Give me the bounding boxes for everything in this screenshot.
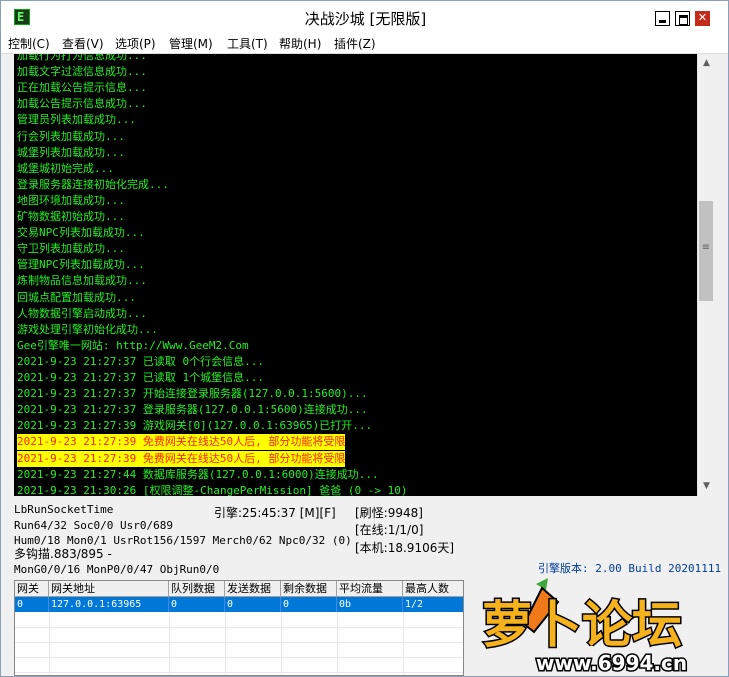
table-cell: 127.0.0.1:63965 [49,597,169,612]
grid-line [15,627,463,628]
maximize-button[interactable] [675,11,690,26]
title-bar[interactable]: E 决战沙城 [无限版] [1,1,728,32]
status-local: [本机:18.9106天] [355,541,455,555]
log-line: 2021-9-23 21:27:37 已读取 0个行会信息... [17,354,264,368]
column-header[interactable]: 网关地址 [49,581,169,597]
log-line: 地图环境加载成功... [17,193,125,207]
status-engine-time: 引擎:25:45:37 [M][F] [214,506,336,520]
column-header[interactable]: 最高人数 [403,581,463,597]
grid-line [49,612,50,675]
log-line: 加载行为打为信息成功... [17,54,147,62]
menu-tools[interactable]: 工具(T) [227,35,268,52]
log-line: 2021-9-23 21:27:37 开始连接登录服务器(127.0.0.1:5… [17,387,368,401]
table-cell: 0 [225,597,281,612]
grid-line [15,642,463,643]
log-line: 城堡列表加载成功... [17,145,125,159]
log-line: 2021-9-23 21:27:39 免费网关在线达50人后, 部分功能将受限 [17,434,346,451]
scroll-down-icon[interactable]: ▼ [701,480,712,492]
log-line: 2021-9-23 21:27:39 游戏网关[0](127.0.0.1:639… [17,419,373,433]
table-cell: 0b [337,597,403,612]
status-mon: MonG0/0/16 MonP0/0/47 ObjRun0/0 [14,563,220,576]
window-title: 决战沙城 [无限版] [304,10,427,28]
log-line: 交易NPC列表加载成功... [17,226,145,240]
menu-bar: 控制(C) 查看(V) 选项(P) 管理(M) 工具(T) 帮助(H) 插件(Z… [1,32,728,54]
watermark-logo: 萝卜论坛 www.6994.cn [481,578,689,676]
log-line: 2021-9-23 21:30:26 [权限调整-ChangePerMissio… [17,483,408,496]
grid-line [337,612,338,675]
log-line: 2021-9-23 21:27:39 免费网关在线达50人后, 部分功能将受限 [17,450,346,467]
console-scrollbar[interactable]: ▲ ≡ ▼ [697,54,715,496]
column-header[interactable]: 队列数据 [169,581,225,597]
status-run: Run64/32 Soc0/0 Usr0/689 [14,519,173,532]
minimize-button[interactable] [655,11,670,26]
log-console[interactable]: 加载行为打为信息成功... 加载文字过滤信息成功... 正在加载公告提示信息... 加… [14,54,697,496]
grid-line [15,657,463,658]
grid-line [225,612,226,675]
scroll-thumb[interactable]: ≡ [699,201,713,301]
menu-manage[interactable]: 管理(M) [169,35,213,52]
grid-line [403,612,404,675]
log-line: 守卫列表加载成功... [17,242,125,256]
log-line: 城堡城初始完成... [17,161,114,175]
log-line: 行会列表加载成功... [17,129,125,143]
grid-line [281,612,282,675]
grid-line [15,672,463,673]
menu-view[interactable]: 查看(V) [62,35,104,52]
log-line: 炼制物品信息加载成功... [17,274,147,288]
watermark-url: www.6994.cn [536,651,687,675]
grid-line [169,612,170,675]
column-header[interactable]: 发送数据 [225,581,281,597]
log-line: 2021-9-23 21:27:37 已读取 1个城堡信息... [17,371,264,384]
column-header[interactable]: 剩余数据 [281,581,337,597]
watermark-text: 萝卜论坛 [482,596,682,654]
log-line: 加载公告提示信息成功... [17,97,147,111]
engine-version: 引擎版本: 2.00 Build 20201111 [538,562,722,575]
table-cell: 0 [15,597,49,612]
status-hum: Hum0/18 Mon0/1 UsrRot156/1597 Merch0/62 … [14,534,352,547]
log-line: Gee引擎唯一网站: http://Www.GeeM2.Com [17,338,249,352]
table-cell: 0 [169,597,225,612]
log-line: 回城点配置加载成功... [17,290,136,304]
close-button[interactable] [695,11,710,26]
log-line: 矿物数据初始成功... [17,210,125,223]
gateway-table[interactable]: 网关 网关地址 队列数据 发送数据 剩余数据 平均流量 最高人数 0 127.0.0.1:639… [14,580,464,676]
app-window: E 决战沙城 [无限版] 控制(C) 查看(V) 选项(P) 管理(M) 工具(… [0,0,729,677]
status-multi: 多钩描.883/895 - [14,547,112,561]
log-line: 游戏处理引擎初始化成功... [17,322,158,336]
log-line: 人物数据引擎启动成功... [17,306,147,320]
log-line: 2021-9-23 21:27:37 登录服务器(127.0.0.1:5600)… [17,403,368,417]
column-header[interactable]: 网关 [15,581,49,597]
grip-icon: ≡ [701,242,711,253]
column-header[interactable]: 平均流量 [337,581,403,597]
table-cell: 0 [281,597,337,612]
status-socket-time: LbRunSocketTime [14,503,114,516]
log-line: 管理员列表加载成功... [17,113,136,127]
table-cell: 1/2 [403,597,463,612]
scroll-up-icon[interactable]: ▲ [701,57,712,69]
menu-options[interactable]: 选项(P) [115,35,156,52]
menu-help[interactable]: 帮助(H) [279,35,321,52]
status-online: [在线:1/1/0] [355,523,424,537]
menu-plugins[interactable]: 插件(Z) [334,35,376,52]
log-line: 登录服务器连接初始化完成... [17,177,169,191]
log-line: 管理NPC列表加载成功... [17,258,145,272]
status-refresh-monster: [刷怪:9948] [355,506,423,520]
log-line: 加载文字过滤信息成功... [17,65,147,79]
log-line: 2021-9-23 21:27:44 数据库服务器(127.0.0.1:6000… [17,467,379,481]
log-line: 正在加载公告提示信息... [17,81,147,95]
menu-control[interactable]: 控制(C) [8,35,50,52]
